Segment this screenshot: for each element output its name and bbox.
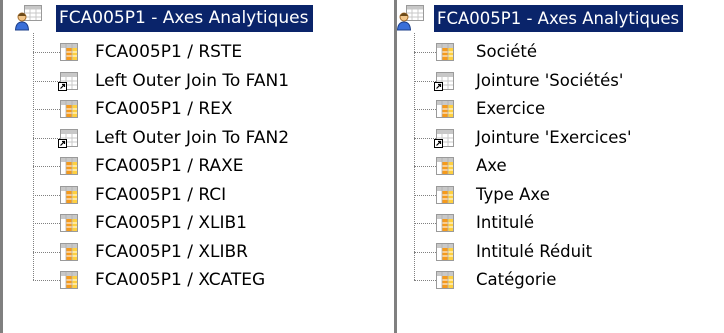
table-icon — [436, 214, 454, 232]
tree-panel-right: FCA005P1 - Axes Analytiques Société Join… — [394, 0, 724, 333]
tree-item-table[interactable]: FCA005P1 / RCI — [95, 181, 226, 209]
table-icon — [436, 43, 454, 61]
tree-connector-branch — [414, 137, 436, 139]
panel-border-right — [394, 0, 397, 333]
tree-item-table[interactable]: FCA005P1 / REX — [95, 95, 233, 123]
table-icon — [60, 43, 78, 61]
tree-connector-branch — [414, 280, 436, 281]
table-icon — [436, 100, 454, 118]
tree-item-table[interactable]: Axe — [476, 152, 507, 180]
table-icon — [436, 271, 454, 289]
tree-connector-branch — [33, 137, 60, 139]
tree-connector-branch — [33, 80, 60, 82]
join-icon — [434, 128, 454, 148]
tree-item-join[interactable]: Left Outer Join To FAN2 — [95, 124, 289, 152]
dataset-icon — [14, 4, 44, 34]
tree-connector-branch — [33, 280, 60, 281]
tree-item-table[interactable]: Intitulé Réduit — [476, 238, 592, 266]
tree-item-table[interactable]: FCA005P1 / XCATEG — [95, 266, 265, 294]
table-icon — [436, 185, 454, 204]
tree-item-table[interactable]: Type Axe — [476, 181, 550, 209]
table-icon — [60, 157, 78, 175]
tree-connector-branch — [414, 52, 436, 53]
tree-item-join[interactable]: Jointure 'Exercices' — [476, 124, 632, 152]
tree-item-table[interactable]: Catégorie — [476, 266, 556, 294]
tree-root-label[interactable]: FCA005P1 - Axes Analytiques — [434, 5, 684, 32]
table-icon — [436, 242, 454, 261]
tree-connector-branch — [33, 251, 60, 253]
table-icon — [60, 271, 78, 289]
join-icon — [434, 71, 454, 91]
join-icon — [58, 128, 78, 148]
tree-connector-vertical — [414, 33, 415, 280]
table-icon — [60, 185, 78, 204]
tree-item-join[interactable]: Jointure 'Sociétés' — [476, 67, 623, 95]
tree-connector-branch — [414, 166, 436, 167]
tree-connector-vertical — [33, 33, 34, 280]
tree-connector-branch — [414, 194, 436, 196]
table-icon — [60, 242, 78, 261]
tree-item-table[interactable]: Exercice — [476, 95, 545, 123]
tree-connector-branch — [33, 166, 60, 167]
tree-root-label[interactable]: FCA005P1 - Axes Analytiques — [56, 5, 313, 32]
table-icon — [60, 214, 78, 232]
tree-item-table[interactable]: Société — [476, 38, 537, 66]
tree-item-table[interactable]: FCA005P1 / XLIB1 — [95, 209, 247, 237]
tree-connector-branch — [414, 80, 436, 82]
tree-connector-branch — [33, 52, 60, 53]
tree-item-table[interactable]: FCA005P1 / XLIBR — [95, 238, 248, 266]
table-icon — [436, 157, 454, 175]
panel-border-left — [0, 0, 3, 333]
dataset-icon — [396, 4, 426, 34]
tree-connector-branch — [414, 223, 436, 224]
tree-item-table[interactable]: FCA005P1 / RSTE — [95, 38, 242, 66]
tree-connector-branch — [33, 194, 60, 196]
join-icon — [58, 71, 78, 91]
tree-item-table[interactable]: Intitulé — [476, 209, 534, 237]
tree-item-join[interactable]: Left Outer Join To FAN1 — [95, 67, 289, 95]
table-icon — [60, 100, 78, 118]
tree-connector-branch — [414, 109, 436, 110]
tree-connector-branch — [33, 109, 60, 110]
tree-connector-branch — [33, 223, 60, 224]
tree-panel-left: FCA005P1 - Axes Analytiques FCA005P1 / R… — [0, 0, 376, 333]
tree-item-table[interactable]: FCA005P1 / RAXE — [95, 152, 243, 180]
tree-connector-branch — [414, 251, 436, 253]
